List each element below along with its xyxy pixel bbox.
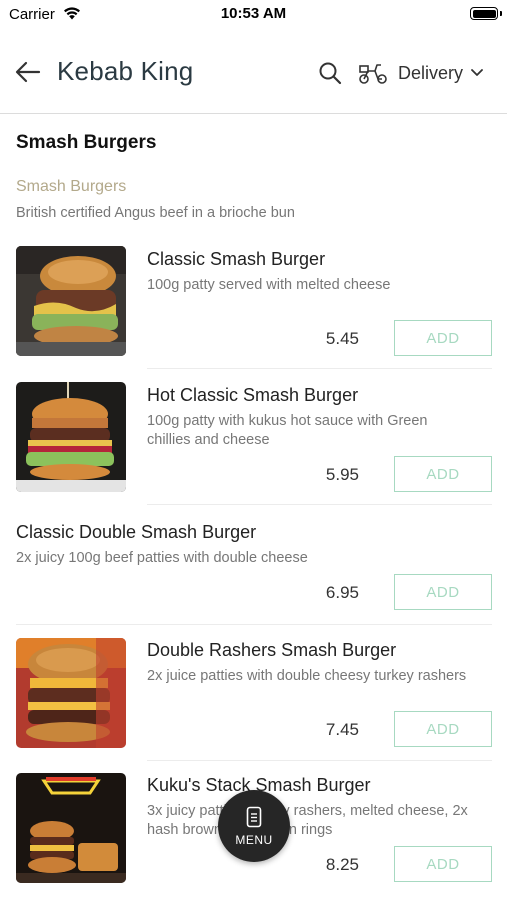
menu-button-label: MENU [235, 833, 273, 847]
delivery-mode-label: Delivery [398, 62, 464, 83]
back-arrow-icon[interactable] [12, 57, 44, 87]
category-description: British certified Angus beef in a brioch… [16, 205, 295, 221]
item-description: 2x juice patties with double cheesy turk… [147, 668, 467, 684]
battery-icon [470, 7, 498, 20]
kukus-stack-smash-burger-photo [16, 773, 126, 883]
restaurant-title: Kebab King [57, 56, 194, 86]
add-button[interactable]: ADD [394, 320, 492, 356]
section-title: Smash Burgers [16, 132, 157, 153]
category-name: Smash Burgers [16, 178, 127, 195]
menu-item[interactable]: Double Rashers Smash Burger 2x juice pat… [16, 638, 492, 750]
double-rashers-smash-burger-photo [16, 638, 126, 748]
add-button[interactable]: ADD [394, 456, 492, 492]
menu-item[interactable]: Classic Smash Burger 100g patty served w… [16, 246, 492, 358]
item-price: 8.25 [325, 855, 359, 874]
classic-smash-burger-photo [16, 246, 126, 356]
add-button[interactable]: ADD [394, 574, 492, 610]
scooter-icon [359, 64, 387, 84]
divider [16, 624, 492, 625]
menu-item[interactable]: Classic Double Smash Burger 2x juicy 100… [16, 520, 492, 620]
add-button[interactable]: ADD [394, 846, 492, 882]
item-price: 6.95 [325, 583, 359, 602]
search-icon[interactable] [318, 61, 342, 85]
item-name: Classic Smash Burger [147, 249, 326, 269]
hot-classic-smash-burger-photo [16, 382, 126, 492]
add-button[interactable]: ADD [394, 711, 492, 747]
divider [147, 368, 492, 369]
item-price: 7.45 [325, 720, 359, 739]
nav-header: Kebab King Delivery [0, 30, 507, 114]
battery-tip [500, 11, 502, 16]
menu-list-icon [246, 806, 262, 828]
item-price: 5.45 [325, 329, 359, 348]
delivery-mode-selector[interactable]: Delivery [358, 60, 483, 86]
status-time: 10:53 AM [220, 5, 287, 22]
menu-button[interactable]: MENU [218, 790, 290, 862]
item-name: Double Rashers Smash Burger [147, 640, 397, 660]
item-name: Classic Double Smash Burger [16, 522, 257, 542]
item-description: 100g patty with kukus hot sauce with Gre… [147, 413, 428, 448]
item-description: 3x juicy patties, turkey rashers, melted… [147, 803, 468, 838]
chevron-down-icon [471, 69, 483, 76]
divider [147, 760, 492, 761]
menu-item[interactable]: Hot Classic Smash Burger 100g patty with… [16, 382, 492, 494]
divider [147, 504, 492, 505]
item-name: Hot Classic Smash Burger [147, 385, 359, 405]
status-bar: Carrier 10:53 AM [0, 0, 507, 30]
item-price: 5.95 [325, 465, 359, 484]
item-description: 2x juicy 100g beef patties with double c… [16, 550, 308, 566]
item-description: 100g patty served with melted cheese [147, 277, 391, 293]
